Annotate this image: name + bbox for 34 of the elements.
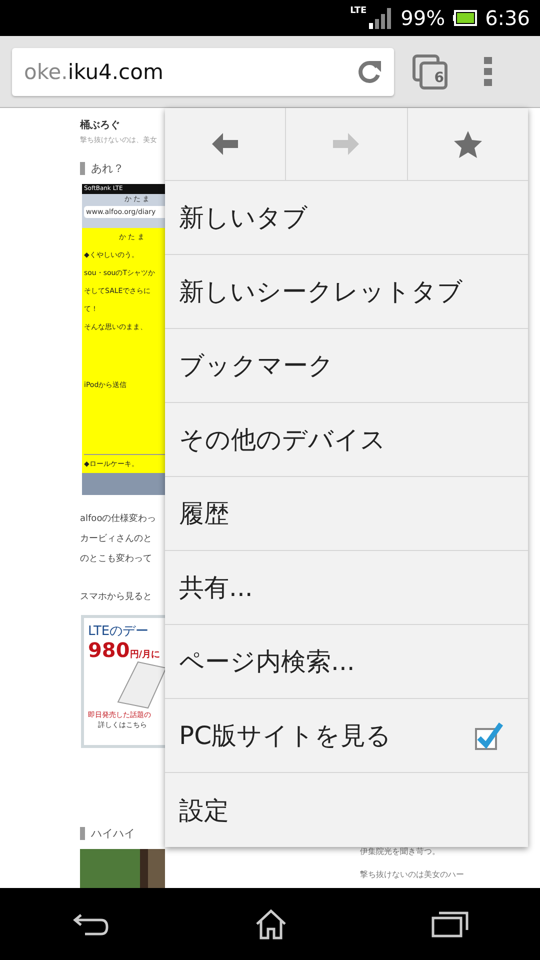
menu-item[interactable]: PC版サイトを見る [165,699,528,773]
overflow-menu-icon[interactable] [484,56,492,86]
menu-item[interactable]: 新しいシークレットタブ [165,255,528,329]
blog-title: 桶ぶろぐ [80,118,121,132]
battery-percent: 99% [400,6,446,30]
menu-item[interactable]: 新しいタブ [165,181,528,255]
ad-headline: LTEのデー [88,623,150,640]
home-button[interactable] [254,908,288,940]
battery-icon [453,10,478,26]
body-text: のとこも変わって [80,552,153,566]
url-field[interactable]: oke.iku4.com [12,48,394,96]
back-arrow-icon [210,131,240,157]
menu-item[interactable]: 設定 [165,773,528,847]
heading-marker [80,826,85,840]
star-icon [452,130,483,158]
post-title: ハイハイ [91,826,135,841]
menu-item[interactable]: ブックマーク [165,329,528,403]
forward-arrow-icon [331,131,362,157]
reload-icon[interactable] [356,58,382,84]
body-text: 伊集院光を聞き苛つ。 [360,846,441,857]
menu-item[interactable]: その他のデバイス [165,403,528,477]
body-text: 撃ち抜けないのは美女のハー [360,869,464,880]
post-title: あれ？ [91,161,124,176]
menu-item[interactable]: ページ内検索... [165,625,528,699]
menu-item[interactable]: 履歴 [165,477,528,551]
recent-apps-button[interactable] [430,910,469,938]
menu-item[interactable]: 共有... [165,551,528,625]
clock: 6:36 [485,6,530,30]
heading-marker [80,162,85,175]
ad-price: 980円/月に [88,640,162,660]
body-text: カービィさんのと [80,532,153,546]
body-text: alfooの仕様変わっ [80,512,158,526]
body-text: スマホから見ると [80,591,153,604]
checkbox[interactable] [474,720,504,750]
